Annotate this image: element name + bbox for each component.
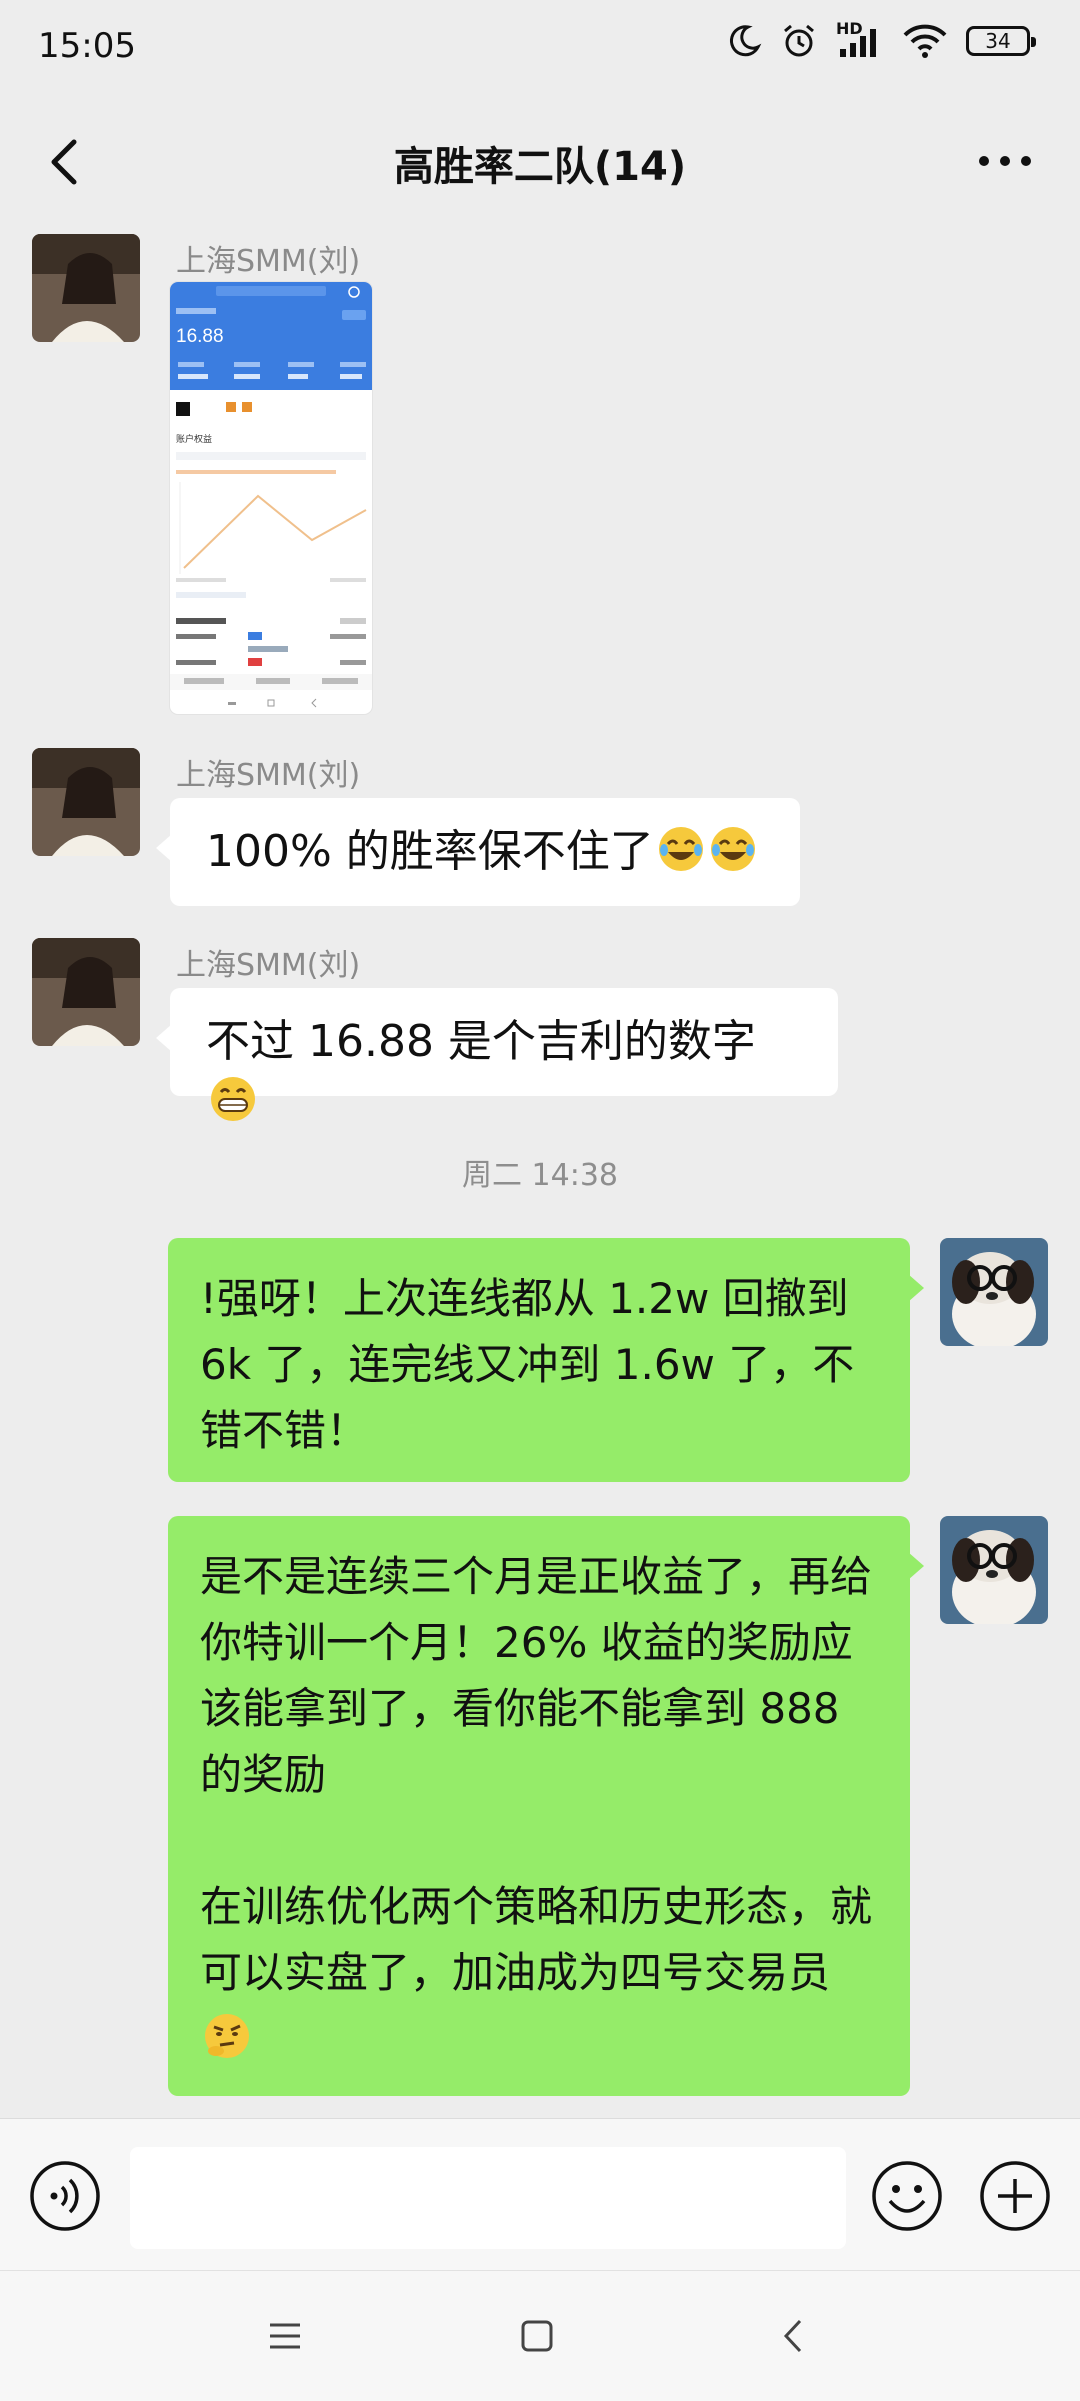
home-icon[interactable] — [514, 2313, 560, 2359]
my-message-bubble[interactable]: !强呀！上次连线都从 1.2w 回撤到 6k 了，连完线又冲到 1.6w 了，不… — [168, 1238, 924, 1482]
signal-icon: HD — [836, 19, 884, 59]
status-time: 15:05 — [38, 26, 136, 66]
avatar[interactable] — [32, 748, 140, 856]
moon-icon — [729, 25, 762, 57]
card-heading: 账户权益 — [176, 433, 212, 445]
alarm-icon — [784, 24, 814, 57]
my-avatar[interactable] — [940, 1516, 1048, 1624]
battery-level: 34 — [985, 29, 1011, 53]
message-text: 100% 的胜率保不住了 — [206, 826, 654, 877]
my-avatar[interactable] — [940, 1238, 1048, 1346]
grinning-emoji-icon — [211, 1077, 255, 1121]
thinking-emoji-icon — [205, 2014, 249, 2058]
tears-of-joy-emoji-icon — [658, 827, 703, 871]
avatar[interactable] — [32, 234, 140, 342]
more-functions-icon[interactable] — [978, 2159, 1052, 2233]
input-bar — [0, 2118, 1080, 2271]
system-navigation-bar — [0, 2270, 1080, 2401]
message-text: !强呀！上次连线都从 1.2w 回撤到 6k 了，连完线又冲到 1.6w 了，不… — [200, 1274, 863, 1455]
sender-name: 上海SMM(刘) — [176, 244, 361, 279]
tears-of-joy-emoji-icon — [710, 827, 755, 871]
recent-apps-icon[interactable] — [262, 2313, 308, 2359]
nav-back-icon[interactable] — [772, 2313, 818, 2359]
chat-title: 高胜率二队(14) — [393, 144, 687, 190]
message-bubble[interactable]: 不过 16.88 是个吉利的数字 — [156, 988, 838, 1121]
sender-name: 上海SMM(刘) — [176, 758, 361, 793]
sender-name: 上海SMM(刘) — [176, 948, 361, 983]
message-list[interactable]: 上海SMM(刘) 16.88 账户权益 上海SMM(刘) 100% 的胜率保不住… — [0, 230, 1080, 2120]
message-input[interactable] — [130, 2147, 846, 2249]
message-timestamp: 周二 14:38 — [462, 1158, 618, 1193]
card-value: 16.88 — [176, 326, 224, 347]
image-message[interactable]: 16.88 账户权益 — [170, 282, 372, 714]
avatar[interactable] — [32, 938, 140, 1046]
my-message-bubble[interactable]: 是不是连续三个月是正收益了，再给你特训一个月！26% 收益的奖励应该能拿到了，看… — [168, 1516, 924, 2096]
emoji-picker-icon[interactable] — [870, 2159, 944, 2233]
battery-icon: 34 — [966, 26, 1036, 56]
more-options-icon[interactable] — [970, 136, 1040, 186]
chat-header: 高胜率二队(14) — [0, 96, 1080, 230]
message-bubble[interactable]: 100% 的胜率保不住了 — [156, 798, 800, 906]
network-type: HD — [836, 19, 863, 38]
status-icons: HD 34 — [726, 19, 1036, 60]
wifi-icon — [903, 24, 947, 58]
status-bar: 15:05 HD 34 — [0, 0, 1080, 96]
message-text: 是不是连续三个月是正收益了，再给你特训一个月！26% 收益的奖励应该能拿到了，看… — [200, 1552, 873, 1997]
message-text: 不过 16.88 是个吉利的数字 — [206, 1016, 756, 1067]
voice-input-icon[interactable] — [28, 2159, 102, 2233]
